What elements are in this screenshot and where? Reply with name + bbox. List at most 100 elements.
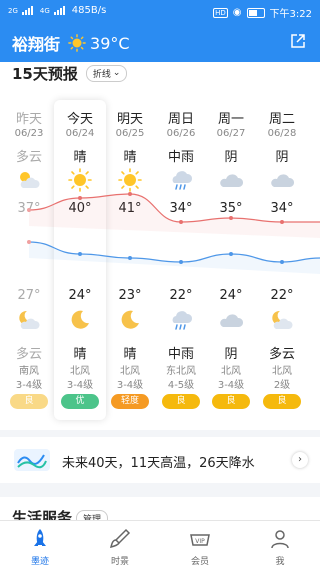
day-label: 今天: [66, 112, 93, 127]
wind-level: 3-4级: [116, 380, 144, 391]
tab-vip[interactable]: VIP 会员: [160, 521, 240, 569]
promo-text: 未来40天，11天高温，26天降水: [62, 456, 255, 471]
date-label: 06/26: [166, 128, 196, 139]
date-label: 06/25: [115, 128, 145, 139]
night-weather: 晴: [123, 347, 137, 362]
overcast-icon: [220, 314, 243, 327]
vip-icon: VIP: [190, 534, 210, 546]
day-label: 周二: [268, 112, 295, 127]
chevron-right-icon[interactable]: ›: [292, 452, 308, 468]
brush-icon: [109, 528, 131, 549]
night-weather: 阴: [224, 347, 238, 362]
city-name[interactable]: 裕翔街: [12, 31, 60, 55]
aqi-badge: 良: [162, 394, 200, 409]
wind-level: 3-4级: [15, 380, 43, 391]
day-label: 周日: [167, 112, 194, 127]
day-label: 明天: [116, 112, 143, 127]
chart-mode-toggle[interactable]: 折线 ⌄: [85, 64, 128, 82]
wind-direction: 北风: [221, 366, 241, 377]
bottom-tab-bar: 墨迹 时景 VIP 会员 我: [0, 520, 320, 569]
low-temp-point: [78, 252, 82, 256]
wind-level: 3-4级: [217, 380, 245, 391]
wind-direction: 南风: [19, 366, 39, 377]
high-temp-point: [179, 220, 183, 224]
low-temp-point: [229, 252, 233, 256]
low-temp-point: [128, 256, 132, 260]
aqi-badge: 良: [263, 394, 301, 409]
chart-mode-label: 折线: [92, 69, 111, 80]
wind-direction: 北风: [120, 366, 140, 377]
moon-icon: [121, 310, 139, 329]
sun-icon: [68, 34, 86, 52]
low-temp-point: [280, 260, 284, 264]
low-temp: 22°: [169, 288, 193, 303]
temperature-curves: [27, 192, 320, 274]
high-temp-point: [229, 216, 233, 220]
high-temp-point: [27, 208, 31, 212]
chevron-down-icon: ⌄: [112, 68, 121, 78]
sim2-label: 4G: [39, 6, 50, 15]
tab-label: 墨迹: [30, 557, 49, 567]
date-label: 06/23: [14, 128, 44, 139]
wind-level: 4-5级: [167, 380, 195, 391]
wind-direction: 北风: [272, 366, 292, 377]
current-temperature: 39°C: [90, 33, 130, 53]
status-time: 下午3:22: [269, 9, 312, 20]
tab-me[interactable]: 我: [240, 521, 320, 569]
status-bar: 2G 4G 485B/s HD ◉ 下午3:22: [0, 0, 320, 22]
tab-scenes[interactable]: 时景: [80, 521, 160, 569]
date-label: 06/28: [267, 128, 297, 139]
sim1-label: 2G: [8, 6, 18, 15]
hd-icon: HD: [213, 7, 228, 18]
svg-text:VIP: VIP: [195, 538, 205, 545]
tab-label: 我: [275, 557, 285, 567]
battery-icon: [246, 7, 265, 18]
wind-direction: 北风: [70, 366, 90, 377]
wind-direction: 东北风: [166, 366, 196, 377]
moon-icon: [71, 310, 89, 329]
aqi-badge: 良: [10, 394, 48, 409]
high-temp-point: [280, 220, 284, 224]
tab-home[interactable]: 墨迹: [0, 521, 80, 569]
low-temp: 27°: [17, 288, 41, 303]
long-range-banner[interactable]: 未来40天，11天高温，26天降水 ›: [0, 437, 320, 483]
aqi-badge: 良: [212, 394, 250, 409]
cloudy-moon-icon: [272, 310, 293, 329]
trend-icon: [14, 449, 50, 471]
tab-label: 会员: [190, 557, 209, 567]
low-temp-point: [179, 260, 183, 264]
aqi-badge: 轻度: [111, 394, 149, 409]
night-weather: 多云: [268, 347, 295, 362]
night-weather: 晴: [73, 347, 87, 362]
night-weather: 多云: [15, 347, 42, 362]
rocket-icon: [34, 529, 46, 546]
wind-level: 2级: [273, 380, 291, 391]
rain-icon: [172, 311, 193, 330]
signal-icon: [53, 6, 68, 15]
high-temp-point: [128, 192, 132, 196]
share-icon[interactable]: [290, 33, 306, 49]
low-temp: 24°: [219, 288, 243, 303]
day-label: 昨天: [15, 112, 42, 127]
network-speed: 485B/s: [71, 5, 107, 16]
header-bar: 2G 4G 485B/s HD ◉ 下午3:22 裕翔街 39°C: [0, 0, 320, 62]
high-temp-band: [29, 194, 320, 238]
cloudy-moon-icon: [19, 310, 40, 329]
low-temp-band: [29, 242, 320, 274]
tab-label: 时景: [110, 557, 129, 567]
low-temp: 23°: [118, 288, 142, 303]
low-temp-point: [27, 240, 31, 244]
signal-icon: [21, 6, 36, 15]
night-weather: 中雨: [167, 347, 194, 362]
eye-icon: ◉: [232, 7, 242, 18]
forecast-title: 15天预报: [12, 64, 78, 83]
user-icon: [271, 530, 289, 549]
wind-level: 3-4级: [66, 380, 94, 391]
day-label: 周一: [217, 112, 244, 127]
date-label: 06/27: [216, 128, 246, 139]
high-temp-point: [78, 196, 82, 200]
low-temp: 22°: [270, 288, 294, 303]
date-label: 06/24: [65, 128, 95, 139]
aqi-badge: 优: [61, 394, 99, 409]
low-temp: 24°: [68, 288, 92, 303]
